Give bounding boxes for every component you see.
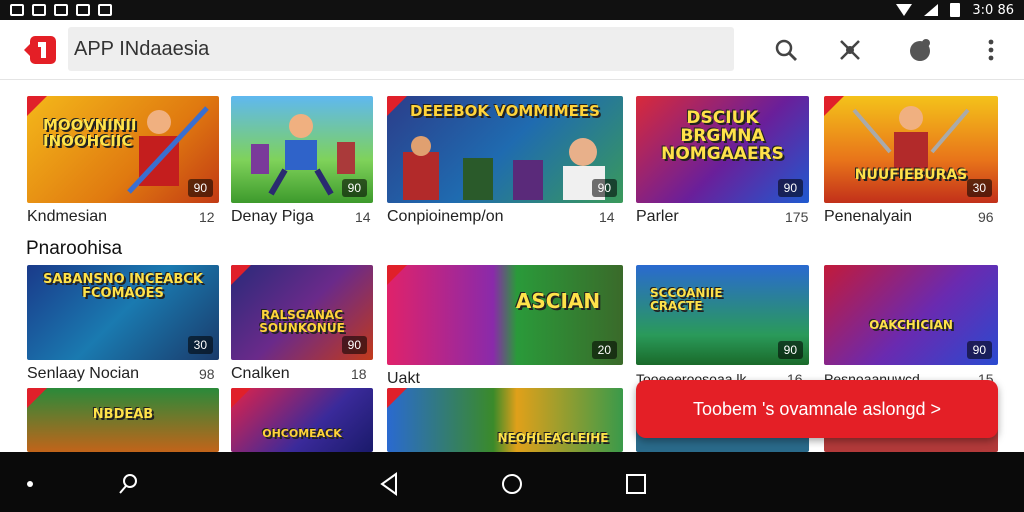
nav-back-icon[interactable] bbox=[375, 470, 403, 498]
ribbon bbox=[231, 388, 251, 408]
toast-text: Toobem 's ovamnale aslongd > bbox=[692, 398, 942, 419]
card-title: OAKCHICIAN bbox=[869, 318, 953, 332]
card-badge: 30 bbox=[187, 336, 213, 354]
back-arrow-icon[interactable] bbox=[22, 32, 58, 68]
card-badge: 90 bbox=[777, 341, 803, 359]
system-nav-bar bbox=[0, 452, 1024, 512]
ribbon bbox=[27, 388, 47, 408]
nav-recents-icon[interactable] bbox=[622, 470, 650, 498]
game-card[interactable]: MOOVNINII INOOHCIIC 90 bbox=[27, 96, 219, 203]
card-caption: Kndmesian bbox=[27, 208, 108, 225]
app-bar: APP INdaaesia bbox=[0, 20, 1024, 80]
game-card[interactable]: NUUFIEBURAS 30 bbox=[824, 96, 998, 203]
card-caption: Conpioinemp/on bbox=[387, 208, 504, 225]
ribbon bbox=[27, 96, 47, 116]
game-card[interactable]: 90 bbox=[231, 96, 373, 203]
status-time: 3:0 86 bbox=[972, 2, 1014, 18]
ribbon bbox=[387, 265, 407, 285]
ribbon bbox=[824, 96, 844, 116]
card-title: NUUFIEBURAS bbox=[854, 167, 968, 183]
assistant-icon[interactable] bbox=[114, 470, 142, 498]
game-card[interactable]: ASCIAN 20 bbox=[387, 265, 623, 365]
card-badge: 20 bbox=[591, 341, 617, 359]
status-bar: 3:0 86 bbox=[0, 0, 1024, 20]
search-icon[interactable] bbox=[772, 36, 800, 64]
card-badge: 90 bbox=[591, 179, 617, 197]
more-vert-icon[interactable] bbox=[977, 36, 1005, 64]
card-badge: 90 bbox=[966, 341, 992, 359]
card-title: MOOVNINII INOOHCIIC bbox=[43, 116, 137, 150]
ribbon bbox=[387, 388, 407, 408]
card-title: DSCIUK BRGMNA NOMGAAERS bbox=[661, 108, 784, 164]
card-count: 14 bbox=[355, 209, 371, 225]
promo-toast-button[interactable]: Toobem 's ovamnale aslongd > bbox=[636, 380, 998, 438]
character-art bbox=[403, 136, 605, 200]
card-title: NEOHLEACLEIHE bbox=[497, 431, 609, 445]
search-text: APP INdaaesia bbox=[74, 37, 210, 60]
card-count: 96 bbox=[978, 209, 994, 225]
dot-icon bbox=[16, 470, 44, 498]
card-caption: Penenalyain bbox=[824, 208, 913, 225]
card-caption: Parler bbox=[636, 208, 679, 225]
card-count: 175 bbox=[785, 209, 809, 225]
game-card[interactable]: SABANSNO INCEABCK FCOMAOES 30 bbox=[27, 265, 219, 360]
game-card[interactable]: OHCOMEACK bbox=[231, 388, 373, 452]
card-badge: 90 bbox=[777, 179, 803, 197]
notification-icon bbox=[54, 4, 68, 16]
card-badge: 90 bbox=[341, 179, 367, 197]
game-card[interactable]: RALSGANAC SOUNKONUE 90 bbox=[231, 265, 373, 360]
card-title: DEEEBOK VOMMIMEES bbox=[410, 102, 600, 120]
game-card[interactable]: SCCOANIIE CRACTE 90 bbox=[636, 265, 809, 365]
signal-icon bbox=[924, 4, 939, 16]
ribbon bbox=[231, 265, 251, 285]
game-card[interactable]: NEOHLEACLEIHE bbox=[387, 388, 623, 452]
card-caption: Denay Piga bbox=[231, 208, 314, 225]
card-caption: Uakt bbox=[387, 370, 420, 387]
search-field[interactable]: APP INdaaesia bbox=[68, 27, 734, 71]
nav-home-icon[interactable] bbox=[498, 470, 526, 498]
card-title: SCCOANIIE CRACTE bbox=[650, 286, 723, 313]
card-title: NBDEAB bbox=[92, 407, 154, 422]
card-title: SABANSNO INCEABCK FCOMAOES bbox=[43, 272, 203, 301]
notification-icon bbox=[32, 4, 46, 16]
mic-icon[interactable] bbox=[836, 36, 864, 64]
card-count: 12 bbox=[199, 209, 215, 225]
notification-icons bbox=[10, 4, 112, 16]
card-count: 18 bbox=[351, 366, 367, 382]
character-art bbox=[852, 106, 970, 168]
card-caption: Senlaay Nocian bbox=[27, 365, 140, 382]
game-card[interactable]: DSCIUK BRGMNA NOMGAAERS 90 bbox=[636, 96, 809, 203]
card-caption: Cnalken bbox=[231, 365, 290, 382]
game-card[interactable]: OAKCHICIAN 90 bbox=[824, 265, 998, 365]
notification-icon bbox=[98, 4, 112, 16]
card-count: 14 bbox=[599, 209, 615, 225]
card-count: 98 bbox=[199, 366, 215, 382]
card-badge: 90 bbox=[187, 179, 213, 197]
game-card[interactable]: DEEEBOK VOMMIMEES 90 bbox=[387, 96, 623, 203]
notification-icon bbox=[76, 4, 90, 16]
card-badge: 30 bbox=[966, 179, 992, 197]
battery-icon bbox=[950, 3, 961, 17]
card-title: ASCIAN bbox=[515, 289, 601, 313]
card-title: RALSGANAC SOUNKONUE bbox=[259, 308, 345, 335]
section-title: Pnaroohisa bbox=[26, 238, 123, 259]
game-card[interactable]: NBDEAB bbox=[27, 388, 219, 452]
card-badge: 90 bbox=[341, 336, 367, 354]
account-icon[interactable] bbox=[906, 36, 934, 64]
card-title: OHCOMEACK bbox=[262, 427, 342, 440]
notification-icon bbox=[10, 4, 24, 16]
wifi-icon bbox=[896, 4, 913, 16]
